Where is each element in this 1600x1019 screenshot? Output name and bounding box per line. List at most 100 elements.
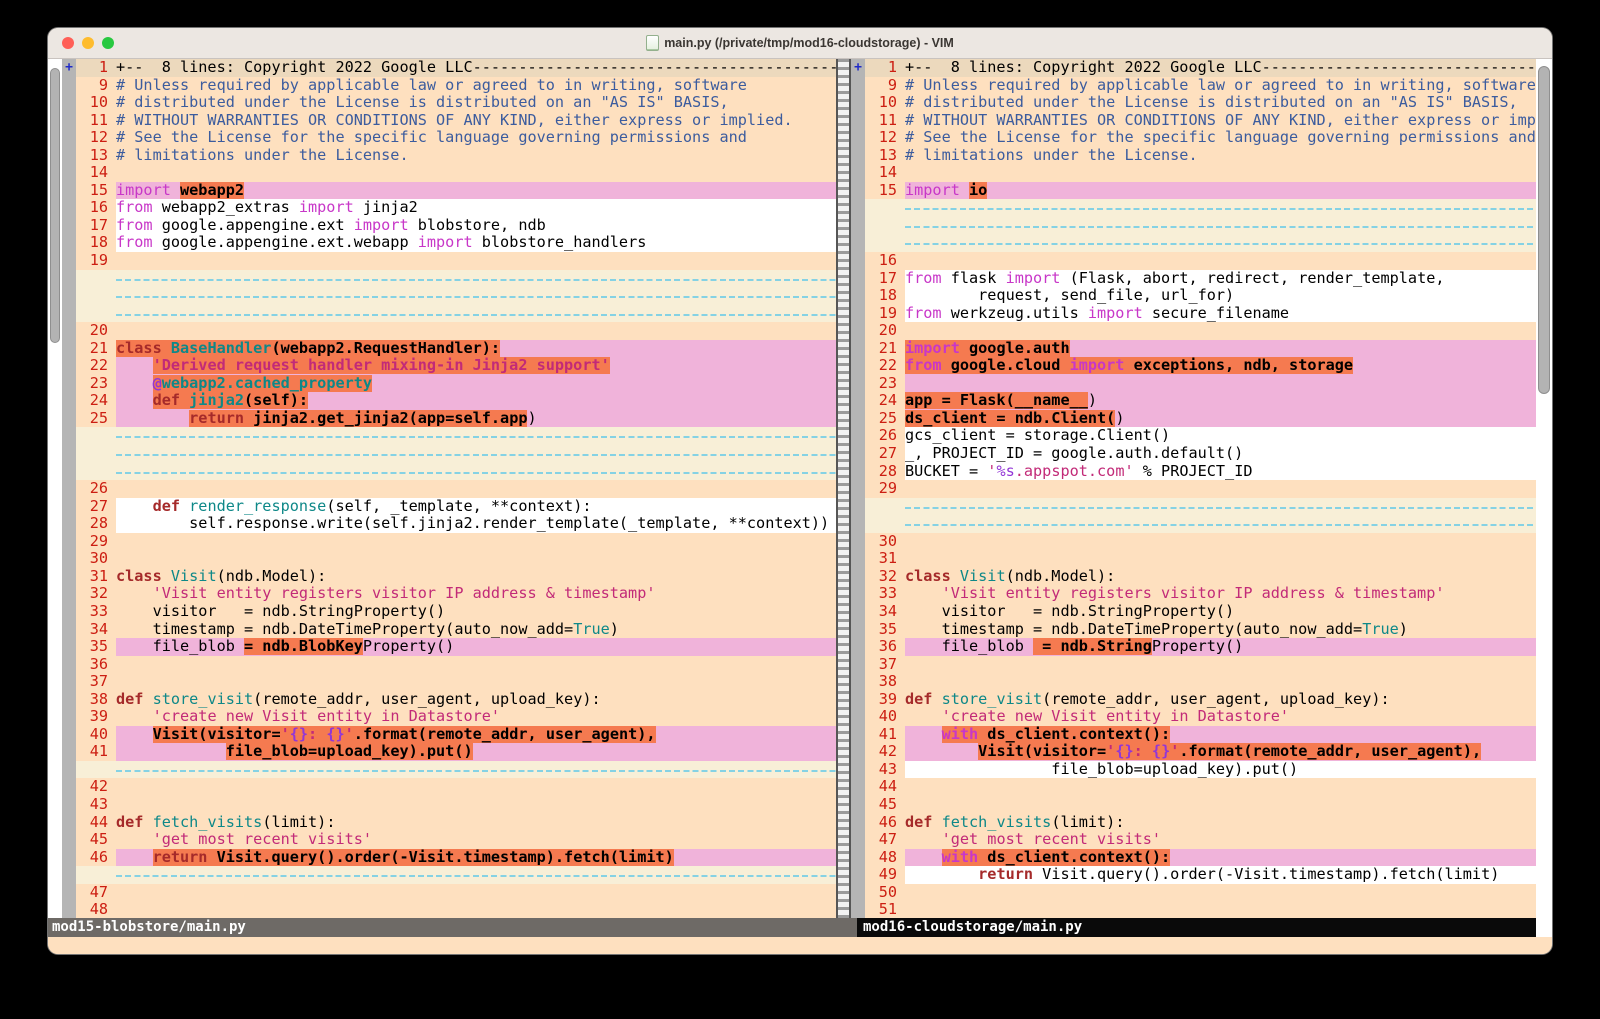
code-line[interactable]: 32 'Visit entity registers visitor IP ad… [76,585,836,603]
code-line[interactable]: 18 request, send_file, url_for) [865,287,1536,305]
code-line[interactable]: 14 [865,164,1536,182]
filler-line[interactable] [865,217,1536,235]
code-line[interactable]: 15import webapp2 [76,182,836,200]
code-line[interactable]: 48 [76,901,836,918]
filler-line[interactable] [865,199,1536,217]
code-line[interactable]: 21class BaseHandler(webapp2.RequestHandl… [76,340,836,358]
filler-line[interactable] [76,463,836,481]
code-line[interactable]: 31class Visit(ndb.Model): [76,568,836,586]
code-line[interactable]: 16from webapp2_extras import jinja2 [76,199,836,217]
code-line[interactable]: 12# See the License for the specific lan… [865,129,1536,147]
code-line[interactable]: 46def fetch_visits(limit): [865,814,1536,832]
code-line[interactable]: 15import io [865,182,1536,200]
fold-line[interactable]: 1+-- 8 lines: Copyright 2022 Google LLC-… [76,59,836,77]
left-scrollbar[interactable] [48,59,62,918]
code-line[interactable]: 37 [865,656,1536,674]
left-diff-pane[interactable]: + 1+-- 8 lines: Copyright 2022 Google LL… [62,59,836,918]
code-line[interactable]: 14 [76,164,836,182]
code-line[interactable]: 30 [76,550,836,568]
code-line[interactable]: 25ds_client = ndb.Client() [865,410,1536,428]
code-line[interactable]: 36 [76,656,836,674]
code-line[interactable]: 35 file_blob = ndb.BlobKeyProperty() [76,638,836,656]
command-line[interactable] [48,937,1552,954]
filler-line[interactable] [76,305,836,323]
code-line[interactable]: 39def store_visit(remote_addr, user_agen… [865,691,1536,709]
code-line[interactable]: 45 [865,796,1536,814]
code-line[interactable]: 41 file_blob=upload_key).put() [76,743,836,761]
code-line[interactable]: 20 [76,322,836,340]
code-line[interactable]: 23 [865,375,1536,393]
code-line[interactable]: 21import google.auth [865,340,1536,358]
code-line[interactable]: 11# WITHOUT WARRANTIES OR CONDITIONS OF … [865,112,1536,130]
code-line[interactable]: 17from flask import (Flask, abort, redir… [865,270,1536,288]
code-line[interactable]: 24 def jinja2(self): [76,392,836,410]
filler-line[interactable] [76,270,836,288]
right-scrollbar[interactable] [1536,59,1552,918]
filler-line[interactable] [76,287,836,305]
fold-plus-icon[interactable]: + [854,60,862,75]
code-line[interactable]: 33 'Visit entity registers visitor IP ad… [865,585,1536,603]
code-line[interactable]: 28BUCKET = '%s.appspot.com' % PROJECT_ID [865,463,1536,481]
code-line[interactable]: 43 file_blob=upload_key).put() [865,761,1536,779]
code-line[interactable]: 34 timestamp = ndb.DateTimeProperty(auto… [76,621,836,639]
code-line[interactable]: 44def fetch_visits(limit): [76,814,836,832]
code-line[interactable]: 19from werkzeug.utils import secure_file… [865,305,1536,323]
titlebar[interactable]: main.py (/private/tmp/mod16-cloudstorage… [48,28,1552,59]
filler-line[interactable] [76,427,836,445]
code-line[interactable]: 41 with ds_client.context(): [865,726,1536,744]
code-line[interactable]: 38 [865,673,1536,691]
right-diff-pane[interactable]: + 1+-- 8 lines: Copyright 2022 Google LL… [851,59,1536,918]
code-line[interactable]: 47 'get most recent visits' [865,831,1536,849]
code-line[interactable]: 36 file_blob = ndb.StringProperty() [865,638,1536,656]
code-line[interactable]: 27 def render_response(self, _template, … [76,498,836,516]
code-line[interactable]: 34 visitor = ndb.StringProperty() [865,603,1536,621]
code-line[interactable]: 31 [865,550,1536,568]
split-separator[interactable] [836,59,851,918]
fold-line[interactable]: 1+-- 8 lines: Copyright 2022 Google LLC-… [865,59,1536,77]
code-line[interactable]: 25 return jinja2.get_jinja2(app=self.app… [76,410,836,428]
code-line[interactable]: 42 Visit(visitor='{}: {}'.format(remote_… [865,743,1536,761]
filler-line[interactable] [865,498,1536,516]
left-scrollbar-thumb[interactable] [50,68,60,343]
code-line[interactable]: 10# distributed under the License is dis… [865,94,1536,112]
code-line[interactable]: 37 [76,673,836,691]
code-line[interactable]: 22 'Derived request handler mixing-in Ji… [76,357,836,375]
code-line[interactable]: 40 Visit(visitor='{}: {}'.format(remote_… [76,726,836,744]
code-line[interactable]: 50 [865,884,1536,902]
code-line[interactable]: 39 'create new Visit entity in Datastore… [76,708,836,726]
code-line[interactable]: 35 timestamp = ndb.DateTimeProperty(auto… [865,621,1536,639]
code-line[interactable]: 26gcs_client = storage.Client() [865,427,1536,445]
filler-line[interactable] [865,515,1536,533]
code-line[interactable]: 24app = Flask(__name__) [865,392,1536,410]
filler-line[interactable] [76,866,836,884]
code-line[interactable]: 32class Visit(ndb.Model): [865,568,1536,586]
code-line[interactable]: 28 self.response.write(self.jinja2.rende… [76,515,836,533]
filler-line[interactable] [76,761,836,779]
code-line[interactable]: 18from google.appengine.ext.webapp impor… [76,234,836,252]
code-line[interactable]: 12# See the License for the specific lan… [76,129,836,147]
code-line[interactable]: 40 'create new Visit entity in Datastore… [865,708,1536,726]
code-line[interactable]: 30 [865,533,1536,551]
code-line[interactable]: 10# distributed under the License is dis… [76,94,836,112]
code-line[interactable]: 16 [865,252,1536,270]
code-line[interactable]: 33 visitor = ndb.StringProperty() [76,603,836,621]
code-line[interactable]: 51 [865,901,1536,918]
code-line[interactable]: 45 'get most recent visits' [76,831,836,849]
code-line[interactable]: 23 @webapp2.cached_property [76,375,836,393]
code-line[interactable]: 43 [76,796,836,814]
fold-plus-icon[interactable]: + [65,60,73,75]
code-line[interactable]: 38def store_visit(remote_addr, user_agen… [76,691,836,709]
code-line[interactable]: 9# Unless required by applicable law or … [865,77,1536,95]
code-line[interactable]: 13# limitations under the License. [76,147,836,165]
code-line[interactable]: 27_, PROJECT_ID = google.auth.default() [865,445,1536,463]
code-line[interactable]: 29 [76,533,836,551]
filler-line[interactable] [76,445,836,463]
code-line[interactable]: 17from google.appengine.ext import blobs… [76,217,836,235]
filler-line[interactable] [865,234,1536,252]
code-line[interactable]: 46 return Visit.query().order(-Visit.tim… [76,849,836,867]
code-line[interactable]: 29 [865,480,1536,498]
code-line[interactable]: 11# WITHOUT WARRANTIES OR CONDITIONS OF … [76,112,836,130]
code-line[interactable]: 44 [865,778,1536,796]
code-line[interactable]: 13# limitations under the License. [865,147,1536,165]
right-scrollbar-thumb[interactable] [1538,66,1550,394]
